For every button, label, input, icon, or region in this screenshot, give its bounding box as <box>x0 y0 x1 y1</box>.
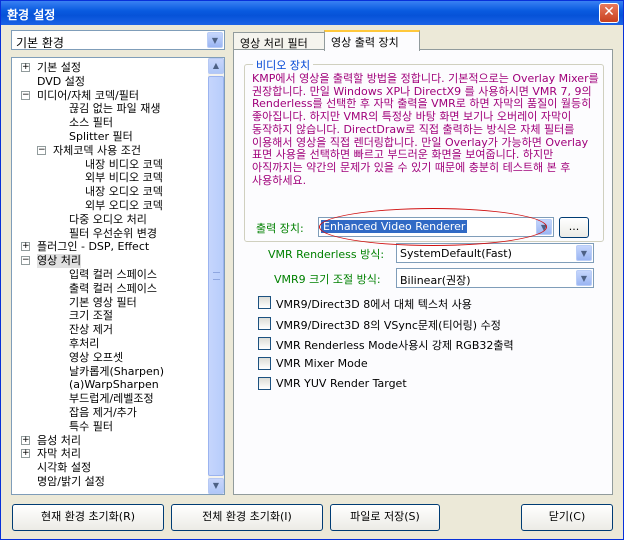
checkbox[interactable] <box>258 377 271 390</box>
tree-item-label: 플러그인 - DSP, Effect <box>37 240 150 254</box>
expand-icon[interactable]: + <box>21 449 30 459</box>
title-bar[interactable]: 환경 설정 ✕ <box>1 1 623 25</box>
tree-item-label: 외부 오디오 코덱 <box>85 199 163 212</box>
tree-item-label: 내장 오디오 코덱 <box>85 185 163 199</box>
collapse-icon[interactable]: − <box>21 90 30 100</box>
scrollbar-thumb[interactable] <box>208 76 224 476</box>
tree-item-label: DVD 설정 <box>37 74 86 88</box>
tree-item-label: 영상 처리 <box>37 254 81 269</box>
checkbox[interactable] <box>258 357 271 370</box>
tree-item-label: 기본 설정 <box>37 61 81 74</box>
checkbox-label: VMR9/Direct3D 8에서 대체 텍스처 사용 <box>276 298 472 311</box>
group-title: 비디오 장치 <box>253 57 314 73</box>
tree-item-label: 잡음 제거/추가 <box>69 406 137 419</box>
tab-video-output[interactable]: 영상 출력 장치 <box>324 30 420 51</box>
tree-item-label: 출력 컬러 스페이스 <box>69 281 157 295</box>
chevron-down-icon[interactable]: ▼ <box>576 245 592 261</box>
close-button[interactable]: 닫기(C) <box>521 504 613 531</box>
tree-item-label: 입력 컬러 스페이스 <box>69 268 157 281</box>
expand-icon[interactable]: + <box>21 242 30 252</box>
checkbox[interactable] <box>258 317 271 330</box>
tree-item-label: 끊김 없는 파일 재생 <box>69 102 161 116</box>
resize-mode-select[interactable]: Bilinear(권장) ▼ <box>396 268 594 288</box>
tree-item-label: 외부 비디오 코덱 <box>85 171 163 185</box>
tree-scrollbar[interactable]: ▲ ▼ <box>208 58 224 494</box>
tree-item-label: 특수 필터 <box>69 419 113 433</box>
resize-mode-label: VMR9 크기 조절 방식: <box>274 273 381 286</box>
checkbox[interactable] <box>258 337 271 350</box>
tree-item-label: 후처리 <box>69 337 100 350</box>
tree-item-label: 시각화 설정 <box>37 461 92 475</box>
device-options-button[interactable]: ... <box>559 217 589 238</box>
checkbox-label: VMR9/Direct3D 8의 VSync문제(티어링) 수정 <box>276 319 501 332</box>
description-text: KMP에서 영상을 출력할 방법을 정합니다. 기본적으로는 Overlay M… <box>252 72 599 187</box>
settings-window: 환경 설정 ✕ 기본 환경 ▼ ▲ ▼ + 기본 설정 DVD 설정 − 미디어/자체 … <box>0 0 624 540</box>
tree-item-label: 크기 조절 <box>69 309 113 323</box>
chevron-down-icon[interactable]: ▼ <box>207 32 223 48</box>
tree-item-label: 명암/밝기 설정 <box>37 475 105 488</box>
checkbox[interactable] <box>258 296 271 309</box>
tree-item-label: Splitter 필터 <box>69 130 133 143</box>
close-icon[interactable]: ✕ <box>599 3 619 23</box>
scroll-down-arrow-icon[interactable]: ▼ <box>208 478 224 494</box>
checkbox-label: VMR Renderless Mode사용시 강제 RGB32출력 <box>276 339 514 352</box>
tree-item-label: 소스 필터 <box>69 116 113 130</box>
tab-panel-video-output: 비디오 장치 KMP에서 영상을 출력할 방법을 정합니다. 기본적으로는 Ov… <box>233 49 613 495</box>
tree-item-label: 필터 우선순위 변경 <box>69 226 157 240</box>
tree-item-label: 부드럽게/레벨조정 <box>69 392 154 406</box>
tree-item-label: 잔상 제거 <box>69 323 113 337</box>
tree-item-label: 자체코덱 사용 조건 <box>53 143 141 157</box>
renderless-mode-select[interactable]: SystemDefault(Fast) ▼ <box>396 243 594 263</box>
tree-item-label: 기본 영상 필터 <box>69 295 137 309</box>
tree-item-label: 내장 비디오 코덱 <box>85 157 163 171</box>
tree-item-label: 음성 처리 <box>37 433 81 447</box>
expand-icon[interactable]: + <box>21 63 30 72</box>
tree-item-label: 다중 오디오 처리 <box>69 212 147 226</box>
chevron-down-icon[interactable]: ▼ <box>576 270 592 286</box>
highlight-annotation-oval <box>319 208 547 246</box>
expand-icon[interactable]: + <box>21 435 30 445</box>
tree-item-label: (a)WarpSharpen <box>69 378 159 392</box>
window-title: 환경 설정 <box>7 8 56 22</box>
tree-item-label: 미디어/자체 코덱/필터 <box>37 88 139 102</box>
tree-item-label: 영상 오프셋 <box>69 350 124 364</box>
renderless-mode-label: VMR Renderless 방식: <box>268 248 385 261</box>
checkbox-label: VMR YUV Render Target <box>276 377 407 390</box>
resize-mode-value: Bilinear(권장) <box>400 274 471 287</box>
renderless-mode-value: SystemDefault(Fast) <box>400 247 512 260</box>
save-to-file-button[interactable]: 파일로 저장(S) <box>330 504 440 531</box>
tree-item-label: 날카롭게(Sharpen) <box>69 364 165 378</box>
tree-item-label: 자막 처리 <box>37 447 81 461</box>
environment-select[interactable]: 기본 환경 ▼ <box>11 30 225 50</box>
checkbox-label: VMR Mixer Mode <box>276 357 368 370</box>
output-device-label: 출력 장치: <box>256 222 304 235</box>
collapse-icon[interactable]: − <box>21 256 30 266</box>
environment-select-value: 기본 환경 <box>16 36 64 50</box>
settings-tree[interactable]: ▲ ▼ + 기본 설정 DVD 설정 − 미디어/자체 코덱/필터 끊김 없는 파일 재생… <box>11 57 225 495</box>
reset-current-button[interactable]: 현재 환경 초기화(R) <box>12 504 164 531</box>
reset-all-button[interactable]: 전체 환경 초기화(I) <box>171 504 323 531</box>
collapse-icon[interactable]: − <box>37 145 46 155</box>
scroll-up-arrow-icon[interactable]: ▲ <box>208 58 224 74</box>
